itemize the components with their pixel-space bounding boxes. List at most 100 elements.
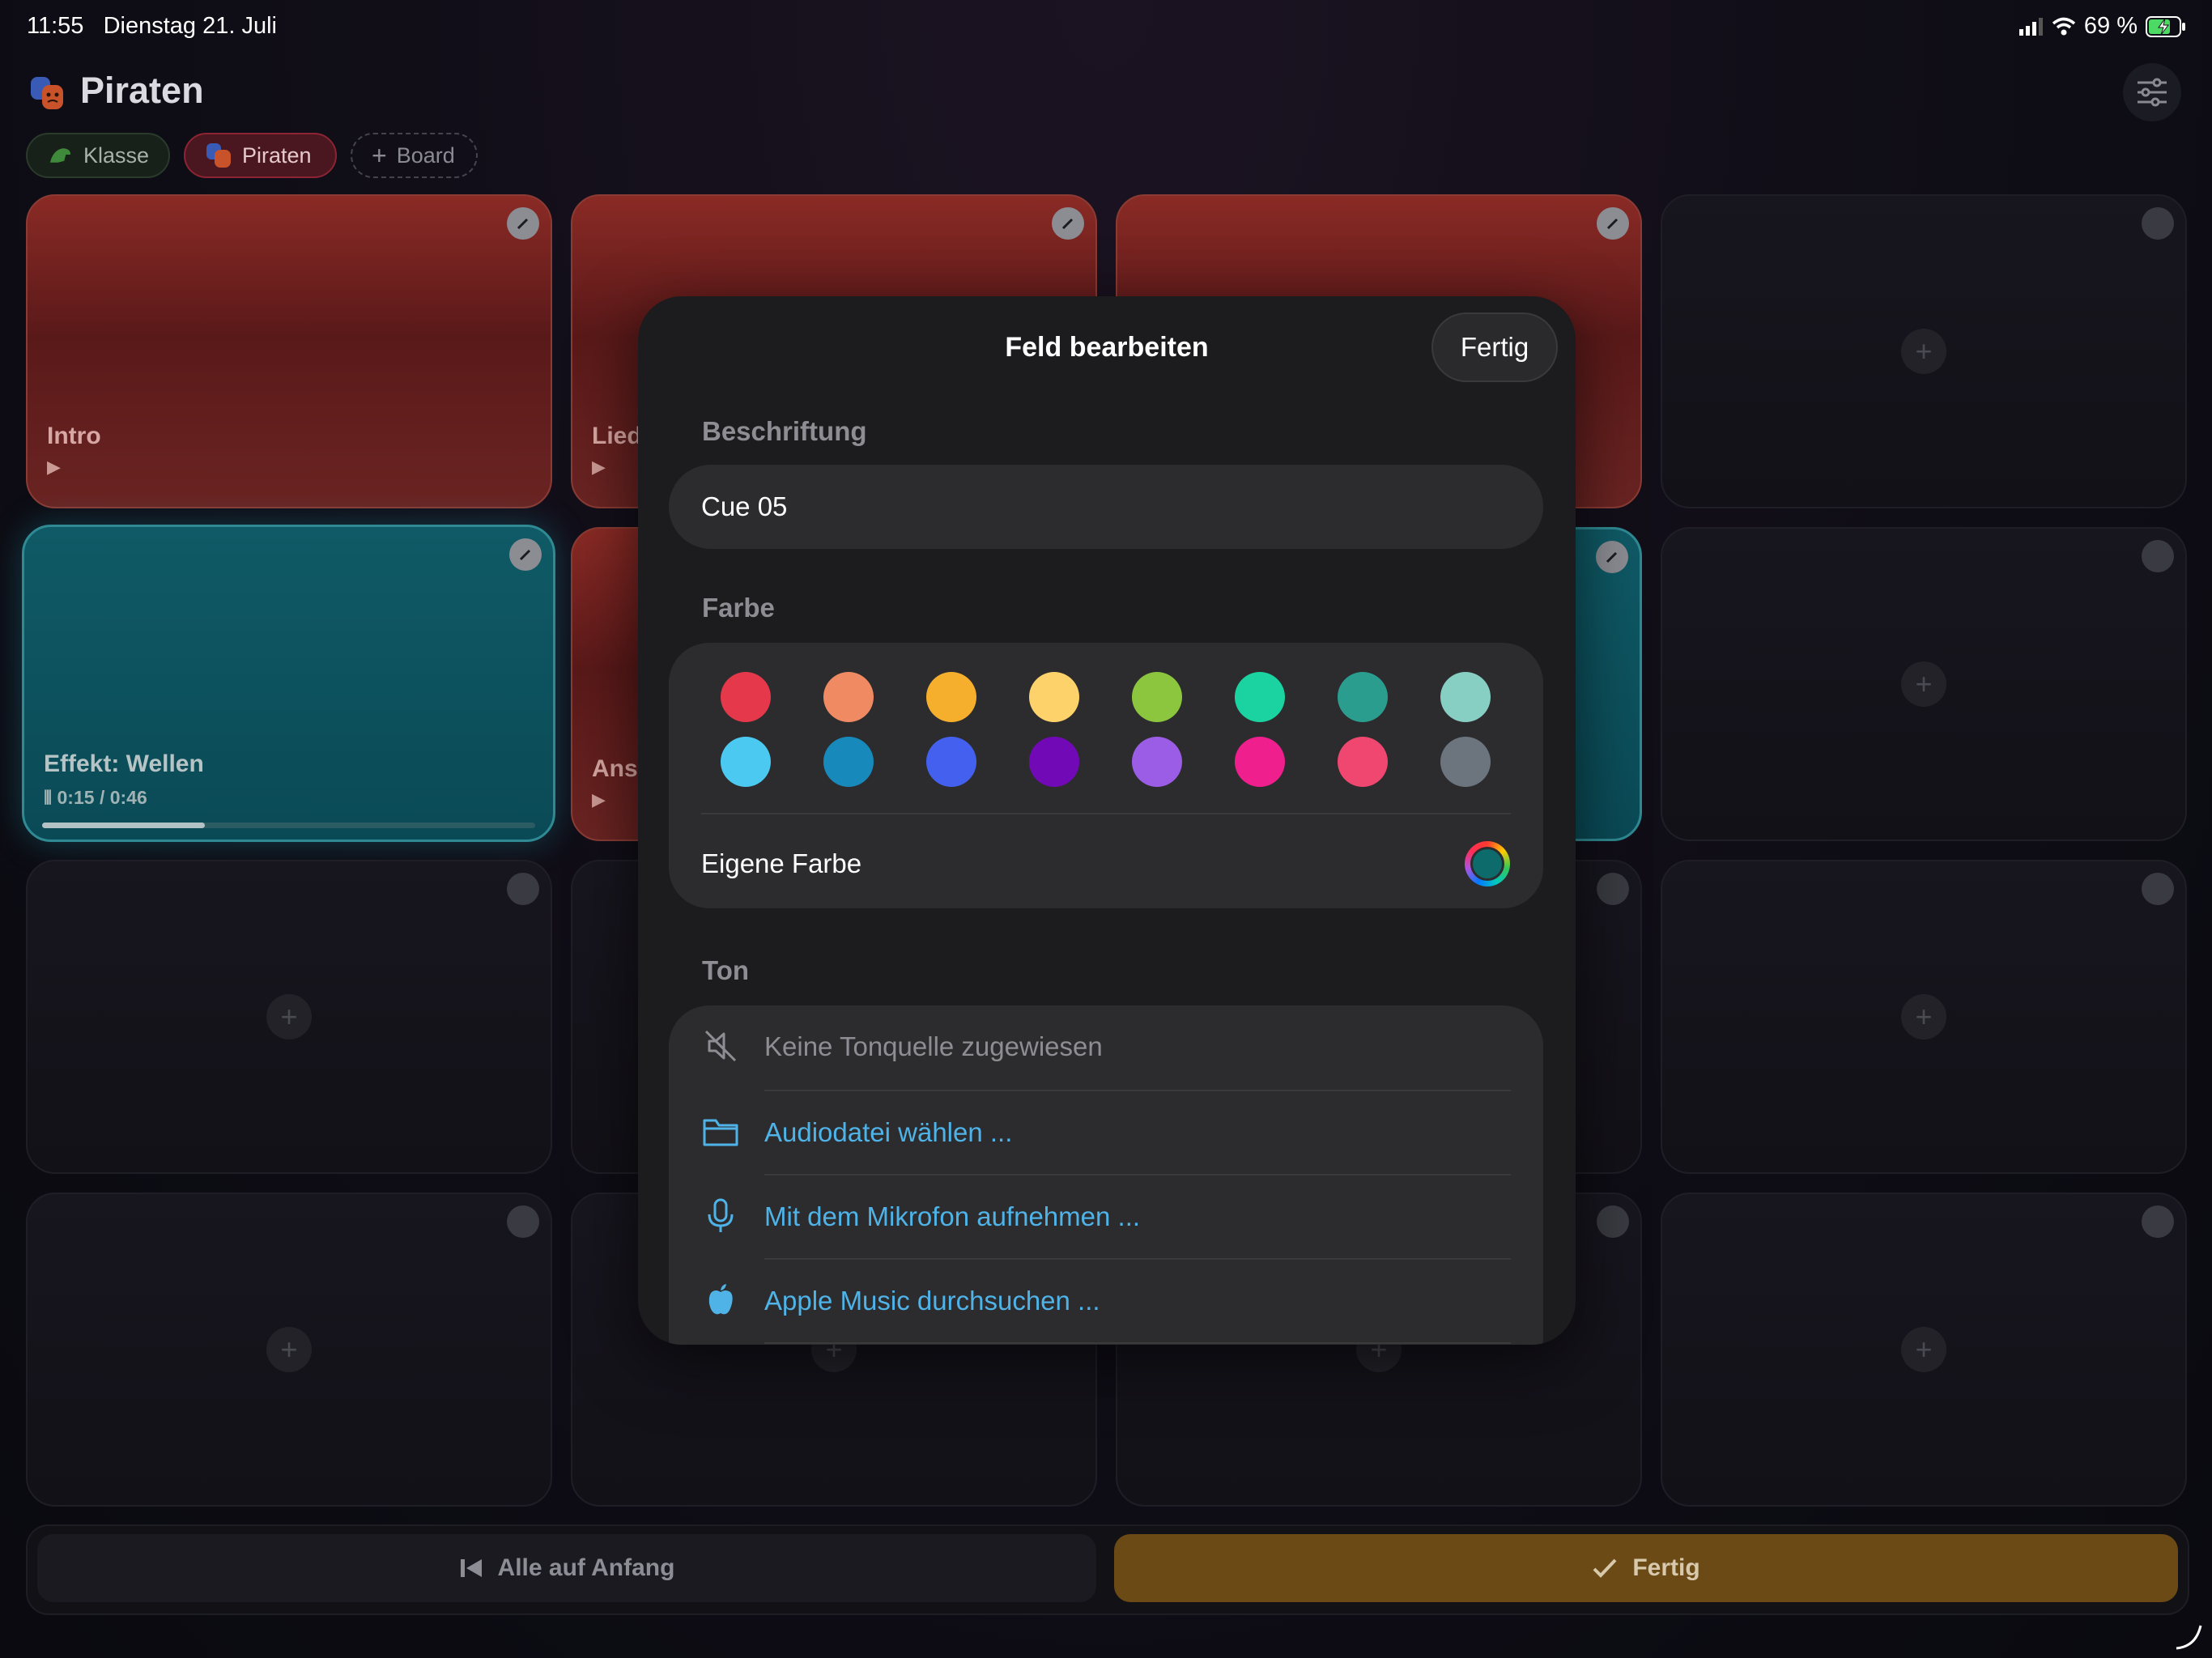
choose-audio-file-row[interactable]: Audiodatei wählen ... xyxy=(669,1091,1543,1174)
dinosaur-icon xyxy=(49,148,71,163)
board-tab-piraten[interactable]: Piraten xyxy=(184,133,337,178)
tile-label: Lied xyxy=(592,423,642,449)
theater-masks-icon xyxy=(31,77,63,109)
tile-playback-time: ⦀ 0:15 / 0:46 xyxy=(44,787,147,808)
color-swatch[interactable] xyxy=(823,672,874,722)
tile-label: Ans xyxy=(592,755,638,782)
edit-pencil-icon[interactable] xyxy=(507,207,539,240)
wifi-icon xyxy=(2052,17,2076,35)
edit-pencil-icon[interactable] xyxy=(507,873,539,905)
empty-tile[interactable]: + xyxy=(1661,1192,2187,1507)
cellular-signal-icon xyxy=(2018,17,2043,36)
caption-section-label: Beschriftung xyxy=(702,416,867,446)
color-swatch[interactable] xyxy=(926,737,976,787)
done-label: Fertig xyxy=(1632,1554,1700,1581)
record-microphone-label: Mit dem Mikrofon aufnehmen ... xyxy=(764,1201,1141,1231)
battery-percent: 69 % xyxy=(2083,13,2138,39)
empty-tile[interactable]: + xyxy=(26,1192,552,1507)
color-swatch[interactable] xyxy=(1132,737,1182,787)
checkmark-icon xyxy=(1593,1558,1617,1578)
sliders-icon xyxy=(2138,78,2167,107)
color-swatch[interactable] xyxy=(1235,737,1285,787)
page-title: Piraten xyxy=(80,70,204,111)
color-swatch[interactable] xyxy=(721,737,771,787)
custom-color-well[interactable] xyxy=(1465,841,1510,886)
sound-tile-intro[interactable]: Intro ▶ xyxy=(26,194,552,508)
color-swatch[interactable] xyxy=(1132,672,1182,722)
apple-music-search-row[interactable]: Apple Music durchsuchen ... xyxy=(669,1260,1543,1342)
plus-icon[interactable]: + xyxy=(266,994,312,1039)
color-swatch[interactable] xyxy=(721,672,771,722)
edit-pencil-icon[interactable] xyxy=(1596,541,1628,573)
edit-pencil-icon[interactable] xyxy=(1597,1205,1629,1238)
plus-icon[interactable]: + xyxy=(1901,1327,1946,1372)
microphone-icon xyxy=(708,1198,734,1232)
color-swatch[interactable] xyxy=(1338,672,1388,722)
edit-pencil-icon[interactable] xyxy=(2142,207,2174,240)
color-swatch[interactable] xyxy=(1338,737,1388,787)
plus-icon[interactable]: + xyxy=(266,1327,312,1372)
divider xyxy=(701,813,1511,814)
empty-tile[interactable]: + xyxy=(1661,860,2187,1174)
color-swatch[interactable] xyxy=(926,672,976,722)
sound-tile-effekt-wellen[interactable]: Effekt: Wellen ⦀ 0:15 / 0:46 xyxy=(22,525,555,842)
settings-button[interactable] xyxy=(2123,63,2181,121)
skip-back-icon xyxy=(460,1559,482,1577)
edit-pencil-icon[interactable] xyxy=(1597,207,1629,240)
plus-icon[interactable]: + xyxy=(1901,661,1946,707)
reset-all-button[interactable]: Alle auf Anfang xyxy=(37,1534,1096,1602)
color-swatch[interactable] xyxy=(1235,672,1285,722)
edit-pencil-icon[interactable] xyxy=(2142,873,2174,905)
play-icon: ▶ xyxy=(592,457,606,477)
board-tab-klasse[interactable]: Klasse xyxy=(26,133,170,178)
tile-label: Effekt: Wellen xyxy=(44,750,204,777)
theater-masks-icon xyxy=(206,143,231,168)
sheet-done-button[interactable]: Fertig xyxy=(1431,312,1558,382)
color-section-label: Farbe xyxy=(702,593,775,623)
sound-source-list: Keine Tonquelle zugewiesen Audiodatei wä… xyxy=(669,1005,1543,1345)
board-tab-label: Piraten xyxy=(242,142,312,168)
bottom-toolbar: Alle auf Anfang Fertig xyxy=(26,1524,2189,1615)
sound-section-label: Ton xyxy=(702,955,750,985)
status-bar: 11:55 Dienstag 21. Juli 69 % xyxy=(0,0,2212,52)
caption-field[interactable]: Cue 05 xyxy=(669,465,1543,549)
divider xyxy=(764,1342,1511,1344)
playback-progress xyxy=(42,823,535,828)
record-microphone-row[interactable]: Mit dem Mikrofon aufnehmen ... xyxy=(669,1175,1543,1258)
apple-icon xyxy=(708,1284,733,1315)
color-swatch[interactable] xyxy=(823,737,874,787)
edit-pencil-icon[interactable] xyxy=(1597,873,1629,905)
empty-tile[interactable]: + xyxy=(1661,194,2187,508)
caption-value[interactable]: Cue 05 xyxy=(701,491,787,522)
color-swatch[interactable] xyxy=(1440,672,1491,722)
play-icon: ▶ xyxy=(47,457,61,477)
color-swatch[interactable] xyxy=(1029,672,1079,722)
edit-pencil-icon[interactable] xyxy=(2142,1205,2174,1238)
status-icons: 69 % xyxy=(2018,13,2186,40)
edit-pencil-icon[interactable] xyxy=(509,538,542,571)
choose-audio-file-label: Audiodatei wählen ... xyxy=(764,1117,1013,1147)
speaker-muted-icon xyxy=(704,1030,737,1062)
empty-tile[interactable]: + xyxy=(26,860,552,1174)
play-icon: ▶ xyxy=(592,789,606,810)
status-time: 11:55 Dienstag 21. Juli xyxy=(27,13,277,39)
folder-icon xyxy=(703,1119,738,1146)
resize-corner-icon xyxy=(2176,1625,2202,1650)
edit-field-sheet: Feld bearbeiten Fertig Beschriftung Cue … xyxy=(638,296,1576,1345)
color-swatch[interactable] xyxy=(1029,737,1079,787)
add-board-label: Board xyxy=(396,142,455,168)
tile-label: Intro xyxy=(47,423,101,449)
plus-icon: + xyxy=(372,140,387,170)
edit-pencil-icon[interactable] xyxy=(2142,540,2174,572)
add-board-button[interactable]: + Board xyxy=(351,133,478,178)
edit-pencil-icon[interactable] xyxy=(507,1205,539,1238)
plus-icon[interactable]: + xyxy=(1901,994,1946,1039)
color-picker-panel: Eigene Farbe xyxy=(669,643,1543,908)
custom-color-label: Eigene Farbe xyxy=(701,848,862,878)
done-button[interactable]: Fertig xyxy=(1114,1534,2178,1602)
color-swatch[interactable] xyxy=(1440,737,1491,787)
no-sound-source-label: Keine Tonquelle zugewiesen xyxy=(764,1031,1103,1061)
plus-icon[interactable]: + xyxy=(1901,329,1946,374)
empty-tile[interactable]: + xyxy=(1661,527,2187,841)
edit-pencil-icon[interactable] xyxy=(1052,207,1084,240)
